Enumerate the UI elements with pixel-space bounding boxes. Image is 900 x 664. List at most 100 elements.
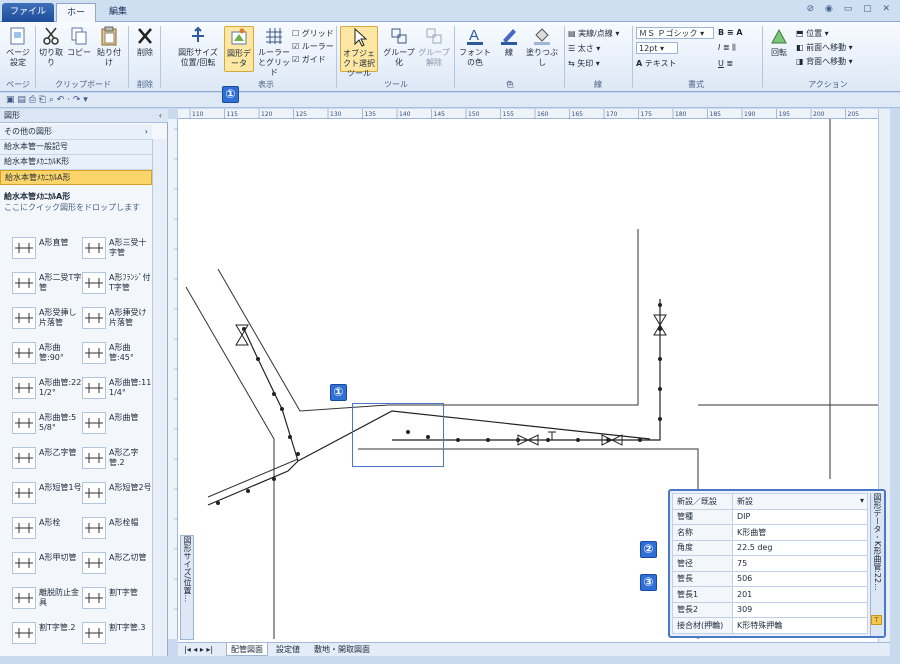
line-color-button[interactable]: 線 <box>496 26 522 58</box>
shape-item[interactable]: A形曲管:22 1/2° <box>12 374 82 404</box>
shape-item-label: A形乙字管.2 <box>109 448 139 467</box>
bold-button[interactable]: B ≡ A <box>718 27 743 38</box>
shape-item[interactable]: A形乙字管 <box>12 444 82 474</box>
shape-item[interactable]: A形乙切管 <box>82 549 152 579</box>
shape-item[interactable]: A形甲切管 <box>12 549 82 579</box>
shape-item[interactable]: A形ﾌﾗﾝｼﾞ付T字管 <box>82 269 152 299</box>
shape-data-value[interactable]: 75 <box>732 555 868 572</box>
pipe-fitting-icon <box>82 237 106 259</box>
selected-shape-highlight[interactable] <box>352 403 444 467</box>
quick-access-toolbar[interactable]: ▣ ▤ ⎙ ⎗ ⌕ ↶ · ↷ ▾ <box>0 93 900 108</box>
shape-item[interactable]: A形短管2号 <box>82 479 152 509</box>
text-button[interactable]: A テキスト <box>636 58 677 69</box>
shape-item[interactable]: A形曲管 <box>82 409 152 439</box>
ruler-label: 135 <box>365 111 377 118</box>
pin-icon[interactable]: ⊤ <box>871 615 882 625</box>
shape-item[interactable]: A形曲管:5 5/8° <box>12 409 82 439</box>
delete-button[interactable]: 削除 <box>132 26 158 58</box>
shape-item[interactable]: A形乙字管.2 <box>82 444 152 474</box>
pipe-fitting-icon <box>82 447 106 469</box>
page-setup-button[interactable]: ページ設定 <box>4 26 32 68</box>
tab-edit[interactable]: 編集 <box>98 3 138 22</box>
ruler-label: 125 <box>296 111 308 118</box>
shape-data-row: 角度 22.5 deg <box>672 539 868 556</box>
copy-button[interactable]: コピー <box>66 26 92 58</box>
shape-item[interactable]: A形直管 <box>12 234 82 264</box>
group-separator <box>632 26 633 88</box>
shape-item[interactable]: 割T字管.2 <box>12 619 82 649</box>
vertical-ruler[interactable] <box>168 119 178 639</box>
tab-page-piping[interactable]: 配管図面 <box>226 643 268 656</box>
stencil-k-type[interactable]: 給水本管ﾒｶﾆｶﾙK形 <box>0 155 152 170</box>
size-position-window-tab[interactable]: 図形サイズ/位置... <box>180 535 194 640</box>
font-name-select[interactable]: ＭＳ Ｐゴシック ▾ <box>636 27 714 39</box>
shape-item[interactable]: A形曲管:11 1/4° <box>82 374 152 404</box>
bring-front-dropdown[interactable]: ◧ 前面へ移動 ▾ <box>796 42 853 53</box>
pipe-fitting-icon <box>82 622 106 644</box>
shape-data-value[interactable]: 309 <box>732 601 868 618</box>
line-weight-dropdown[interactable]: ☰ 太さ ▾ <box>568 43 600 54</box>
font-color-button[interactable]: A フォントの色 <box>456 26 494 68</box>
shape-size-position-button[interactable]: 図形サイズ位置/回転 <box>178 26 218 68</box>
pipe-fitting-icon <box>82 412 106 434</box>
shape-item[interactable]: A形受挿し片落管 <box>12 304 82 334</box>
tab-home[interactable]: ホーム <box>56 3 96 36</box>
send-back-dropdown[interactable]: ◨ 背面へ移動 ▾ <box>796 56 853 67</box>
shape-data-value[interactable]: DIP <box>732 508 868 525</box>
position-dropdown[interactable]: ⬒ 位置 ▾ <box>796 28 829 39</box>
tab-page-settings[interactable]: 設定値 <box>272 643 304 656</box>
fill-button[interactable]: 塗りつぶし <box>524 26 560 68</box>
stencil-a-type[interactable]: 給水本管ﾒｶﾆｶﾙA形 <box>0 170 152 185</box>
shape-data-value[interactable]: K形曲管 <box>732 524 868 541</box>
rotate-button[interactable]: 回転 <box>766 26 792 58</box>
ungroup-button[interactable]: グループ解除 <box>418 26 450 68</box>
shape-data-key: 管長2 <box>672 601 733 618</box>
shape-item-label: A形曲管:11 1/4° <box>109 378 152 397</box>
shape-data-value[interactable]: 506 <box>732 570 868 587</box>
tab-page-site[interactable]: 敷地・開取図面 <box>310 643 374 656</box>
italic-button[interactable]: I ≣ ⫼ <box>718 42 736 53</box>
shape-item[interactable]: 離脱防止金具 <box>12 584 82 614</box>
collapse-icon[interactable]: ‹ <box>159 109 162 122</box>
shape-item[interactable]: A形短管1号 <box>12 479 82 509</box>
ruler-grid-button[interactable]: ルーラーとグリッド <box>258 26 290 78</box>
stencil-general-symbols[interactable]: 給水本管一般記号 <box>0 140 152 155</box>
line-style-dropdown[interactable]: ▤ 実線/点線 ▾ <box>568 28 619 39</box>
shape-item[interactable]: A形二受T字管 <box>12 269 82 299</box>
shape-item[interactable]: 割T字管 <box>82 584 152 614</box>
shape-data-value[interactable]: 新設 ▾ <box>732 493 868 510</box>
shape-data-value[interactable]: 22.5 deg <box>732 539 868 556</box>
object-select-tool-button[interactable]: オブジェクト選択ツール <box>340 26 378 78</box>
window-controls[interactable]: ⊘ ◉ ▭ ▢ ✕ <box>807 4 894 14</box>
shape-data-value[interactable]: 201 <box>732 586 868 603</box>
road-edge <box>207 458 299 498</box>
font-size-select[interactable]: 12pt ▾ <box>636 42 678 54</box>
shape-item[interactable]: A形栓 <box>12 514 82 544</box>
shape-item[interactable]: A形栓帽 <box>82 514 152 544</box>
underline-button[interactable]: U ≣ <box>718 58 733 69</box>
page-nav-icon[interactable]: |◂ ◂ ▸ ▸| <box>184 643 213 656</box>
shape-item[interactable]: A形曲管:90° <box>12 339 82 369</box>
ruler-checkbox[interactable]: ☑ ルーラー <box>292 41 334 52</box>
road-edge <box>217 229 639 412</box>
grid-checkbox[interactable]: ☐ グリッド <box>292 28 334 39</box>
group-button[interactable]: グループ化 <box>382 26 416 68</box>
shapes-scrollbar[interactable] <box>152 139 166 659</box>
shape-item[interactable]: A形挿受け片落管 <box>82 304 152 334</box>
pipe-fitting-icon <box>12 342 36 364</box>
shape-item[interactable]: A形曲管:45° <box>82 339 152 369</box>
shape-data-value[interactable]: K形特殊押輪 <box>732 617 868 634</box>
ruler-label: 195 <box>779 111 791 118</box>
shape-item[interactable]: 割T字管.3 <box>82 619 152 649</box>
ruler-label: 150 <box>468 111 480 118</box>
dropdown-arrow-icon[interactable]: ▾ <box>860 496 864 505</box>
paste-button[interactable]: 貼り付け <box>94 26 124 68</box>
stencil-other-shapes[interactable]: その他の図形 › <box>0 125 152 140</box>
tab-file[interactable]: ファイル <box>2 3 54 22</box>
shape-item[interactable]: A形三受十字管 <box>82 234 152 264</box>
arrow-dropdown[interactable]: ⇆ 矢印 ▾ <box>568 58 600 69</box>
cut-button[interactable]: 切り取り <box>38 26 64 68</box>
guide-checkbox[interactable]: ☑ ガイド <box>292 54 326 65</box>
horizontal-ruler[interactable]: 110 115 120 125 130 135 140 145 150 155 160 165 170 1… <box>178 109 890 119</box>
shape-data-button[interactable]: 図形データ <box>224 26 254 72</box>
